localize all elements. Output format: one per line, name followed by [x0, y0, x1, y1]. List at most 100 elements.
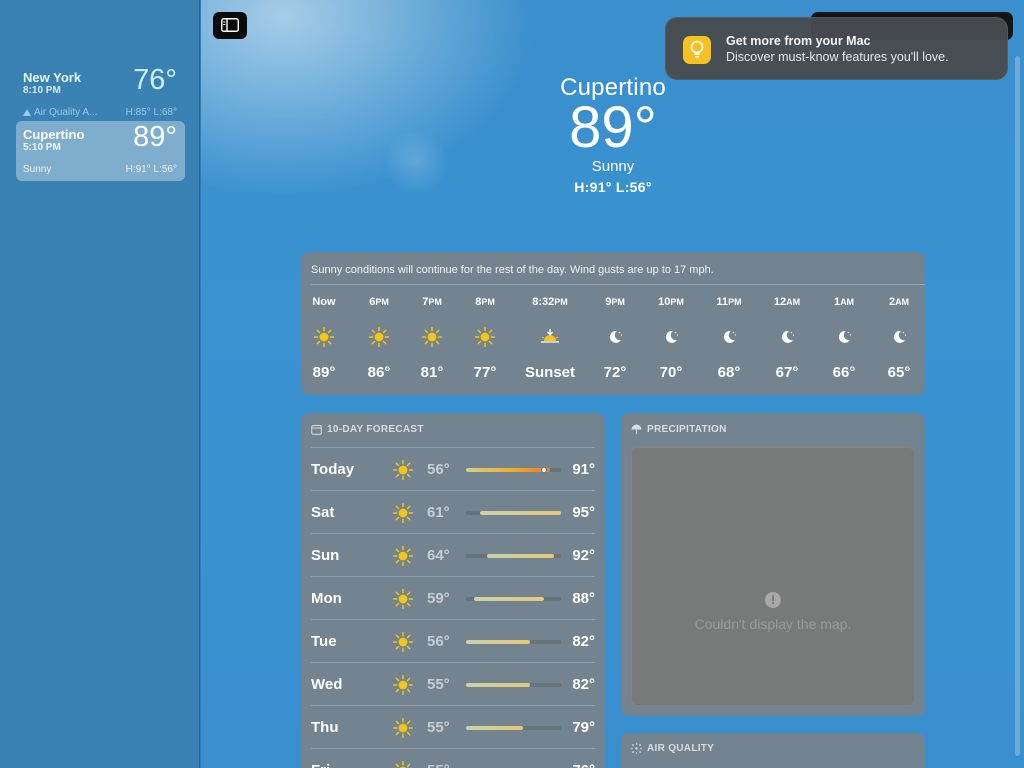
location-name: Cupertino: [23, 127, 85, 142]
hour-label: 11PM: [716, 296, 742, 308]
day-high: 88°: [572, 590, 595, 607]
day-low: 55°: [427, 762, 450, 768]
day-name: Mon: [311, 590, 342, 607]
scrollbar[interactable]: [1015, 56, 1020, 756]
location-card-cupertino[interactable]: Cupertino 5:10 PM 89° Sunny H:91° L:56°: [16, 121, 185, 181]
hour-temp: 81°: [420, 364, 444, 381]
hour-label: 8PM: [475, 296, 495, 308]
current-temp-indicator: [540, 467, 547, 473]
divider: [311, 284, 925, 285]
sun-icon: [402, 326, 462, 348]
sun-icon: [392, 545, 414, 571]
hour-column: 7PM 81°: [402, 296, 462, 381]
day-low: 55°: [427, 719, 450, 736]
location-temp: 89°: [133, 121, 177, 153]
hour-temp: 66°: [832, 364, 856, 381]
temperature-range-fill: [486, 554, 555, 558]
forecast-day-row[interactable]: Sat 61° 95°: [311, 490, 595, 533]
warning-icon: [23, 109, 31, 116]
sidebar: New York 8:10 PM 76° Air Quality A... H:…: [0, 0, 200, 768]
hour-column: 1AM 66°: [814, 296, 874, 381]
air-quality-icon: [631, 743, 642, 754]
hour-temp: 77°: [473, 364, 497, 381]
hour-label: 1AM: [833, 296, 855, 308]
hour-column: Now 89°: [294, 296, 354, 381]
temperature-range-fill: [466, 468, 550, 472]
hour-label: 8:32PM: [532, 296, 568, 308]
forecast-day-row[interactable]: Wed 55° 82°: [311, 662, 595, 705]
sun-icon: [294, 326, 354, 348]
precipitation-header-label: PRECIPITATION: [647, 424, 727, 435]
hour-column: 8:32PM Sunset: [520, 296, 580, 381]
hour-column: 8PM 77°: [455, 296, 515, 381]
forecast-day-row[interactable]: Fri 55° 76°: [311, 748, 595, 768]
hour-temp: 86°: [367, 364, 391, 381]
hour-temp: 65°: [887, 364, 911, 381]
hour-label: 7PM: [422, 296, 442, 308]
location-condition: Air Quality A...: [23, 107, 97, 118]
temperature-range-fill: [480, 511, 561, 515]
day-name: Tue: [311, 633, 337, 650]
forecast-day-row[interactable]: Mon 59° 88°: [311, 576, 595, 619]
temperature-range-bar: [466, 683, 561, 687]
air-quality-header: AIR QUALITY: [631, 743, 714, 754]
sun-icon: [392, 588, 414, 614]
day-low: 56°: [427, 461, 450, 478]
temperature-range-bar: [466, 511, 561, 515]
day-high: 91°: [572, 461, 595, 478]
day-low: 64°: [427, 547, 450, 564]
location-time: 5:10 PM: [23, 142, 61, 153]
day-high: 82°: [572, 633, 595, 650]
day-name: Sat: [311, 504, 335, 521]
hour-temp: Sunset: [524, 364, 575, 381]
temperature-range-bar: [466, 640, 561, 644]
hour-label: 9PM: [605, 296, 625, 308]
hour-temp: 70°: [659, 364, 683, 381]
hour-temp: 67°: [775, 364, 799, 381]
day-high: 92°: [572, 547, 595, 564]
location-name: New York: [23, 70, 82, 85]
day-high: 76°: [572, 762, 595, 768]
sun-icon: [392, 631, 414, 657]
temperature-range-fill: [466, 726, 523, 730]
sun-icon: [349, 326, 409, 348]
hour-label: 2AM: [888, 296, 910, 308]
hour-label: 12AM: [773, 296, 801, 308]
sun-icon: [392, 717, 414, 743]
location-condition-text: Air Quality A...: [34, 107, 98, 118]
notification-banner[interactable]: Get more from your Mac Discover must-kno…: [665, 17, 1008, 80]
location-time: 8:10 PM: [23, 85, 61, 96]
lightbulb-icon: [683, 36, 711, 64]
hour-column: 10PM 70°: [641, 296, 701, 381]
day-high: 95°: [572, 504, 595, 521]
hour-temp: 68°: [717, 364, 741, 381]
sidebar-toggle-button[interactable]: [213, 12, 247, 39]
forecast-day-row[interactable]: Sun 64° 92°: [311, 533, 595, 576]
temperature-range-bar: [466, 554, 561, 558]
day-name: Wed: [311, 676, 343, 693]
hour-column: 2AM 65°: [869, 296, 929, 381]
day-high: 82°: [572, 676, 595, 693]
alert-icon: !: [765, 592, 781, 608]
ten-day-forecast-card: 10-DAY FORECAST Today 56° 91° Sat 61° 95…: [301, 413, 605, 768]
day-name: Sun: [311, 547, 340, 564]
current-condition: Sunny: [591, 158, 635, 175]
air-quality-header-label: AIR QUALITY: [647, 743, 715, 754]
forecast-day-row[interactable]: Today 56° 91°: [311, 447, 595, 490]
hour-temp: 72°: [603, 364, 627, 381]
sun-icon: [455, 326, 515, 348]
location-temp: 76°: [133, 64, 177, 96]
moon-icon: [585, 326, 645, 348]
precipitation-map[interactable]: ! Couldn't display the map.: [631, 447, 915, 706]
forecast-day-row[interactable]: Thu 55° 79°: [311, 705, 595, 748]
location-card-new-york[interactable]: New York 8:10 PM 76° Air Quality A... H:…: [16, 64, 185, 124]
current-temperature: 89°: [569, 95, 657, 160]
hour-column: 11PM 68°: [699, 296, 759, 381]
notification-title: Get more from your Mac: [726, 34, 871, 48]
hourly-forecast-card: Sunny conditions will continue for the r…: [301, 252, 925, 395]
temperature-range-bar: [466, 726, 561, 730]
hour-temp: 89°: [312, 364, 336, 381]
calendar-icon: [311, 425, 322, 435]
main-content: Cupertino 89° Sunny H:91° L:56° Get more…: [201, 0, 1024, 768]
forecast-day-row[interactable]: Tue 56° 82°: [311, 619, 595, 662]
